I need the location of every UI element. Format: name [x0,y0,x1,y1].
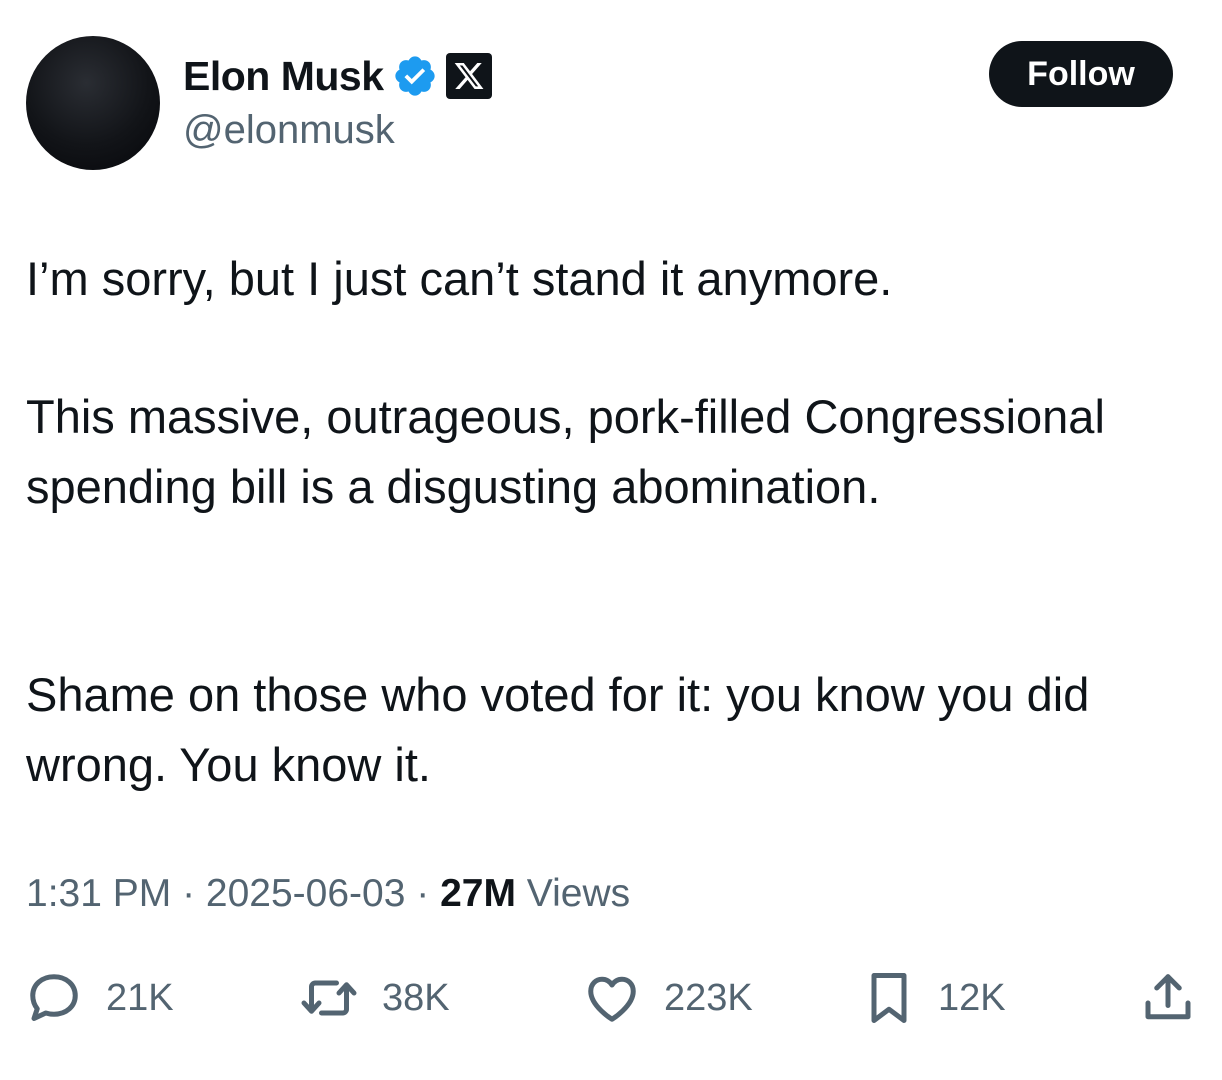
like-button[interactable]: 223K [582,962,753,1034]
follow-button[interactable]: Follow [989,41,1173,107]
tweet-metadata: 1:31 PM · 2025-06-03 · 27M Views [26,872,630,916]
tweet-text-paragraph: This massive, outrageous, pork-filled Co… [26,390,1105,513]
verified-check-icon[interactable] [392,53,438,99]
tweet-time[interactable]: 1:31 PM [26,872,171,915]
heart-icon [582,968,642,1028]
author-name-row: Elon Musk [183,50,492,102]
bookmark-count: 12K [938,976,1006,1019]
bookmark-button[interactable]: 12K [862,962,1006,1034]
repost-count: 38K [382,976,450,1019]
x-logo-icon[interactable] [445,53,492,99]
tweet-text-paragraph: Shame on those who voted for it: you kno… [26,668,1090,791]
tweet-date[interactable]: 2025-06-03 [206,872,406,915]
tweet-card: Elon Musk @elonmusk Follow I’m sorry, bu… [0,0,1222,1080]
reply-button[interactable]: 21K [24,962,174,1034]
reply-bubble-icon [24,968,84,1028]
meta-separator: · [405,872,441,915]
meta-separator: · [171,872,206,915]
views-label: Views [515,872,631,915]
share-icon [1138,968,1198,1028]
share-button[interactable] [1138,962,1198,1034]
bookmark-icon [862,968,916,1028]
like-count: 223K [664,976,753,1019]
tweet-actions-bar: 21K 38K 223K 12K [0,962,1222,1034]
author-name[interactable]: Elon Musk [183,53,384,100]
repost-icon [298,968,360,1028]
author-handle[interactable]: @elonmusk [183,108,395,153]
repost-button[interactable]: 38K [298,962,450,1034]
avatar[interactable] [26,36,160,170]
tweet-text-paragraph: I’m sorry, but I just can’t stand it any… [26,252,893,305]
views-count: 27M [440,872,516,915]
reply-count: 21K [106,976,174,1019]
